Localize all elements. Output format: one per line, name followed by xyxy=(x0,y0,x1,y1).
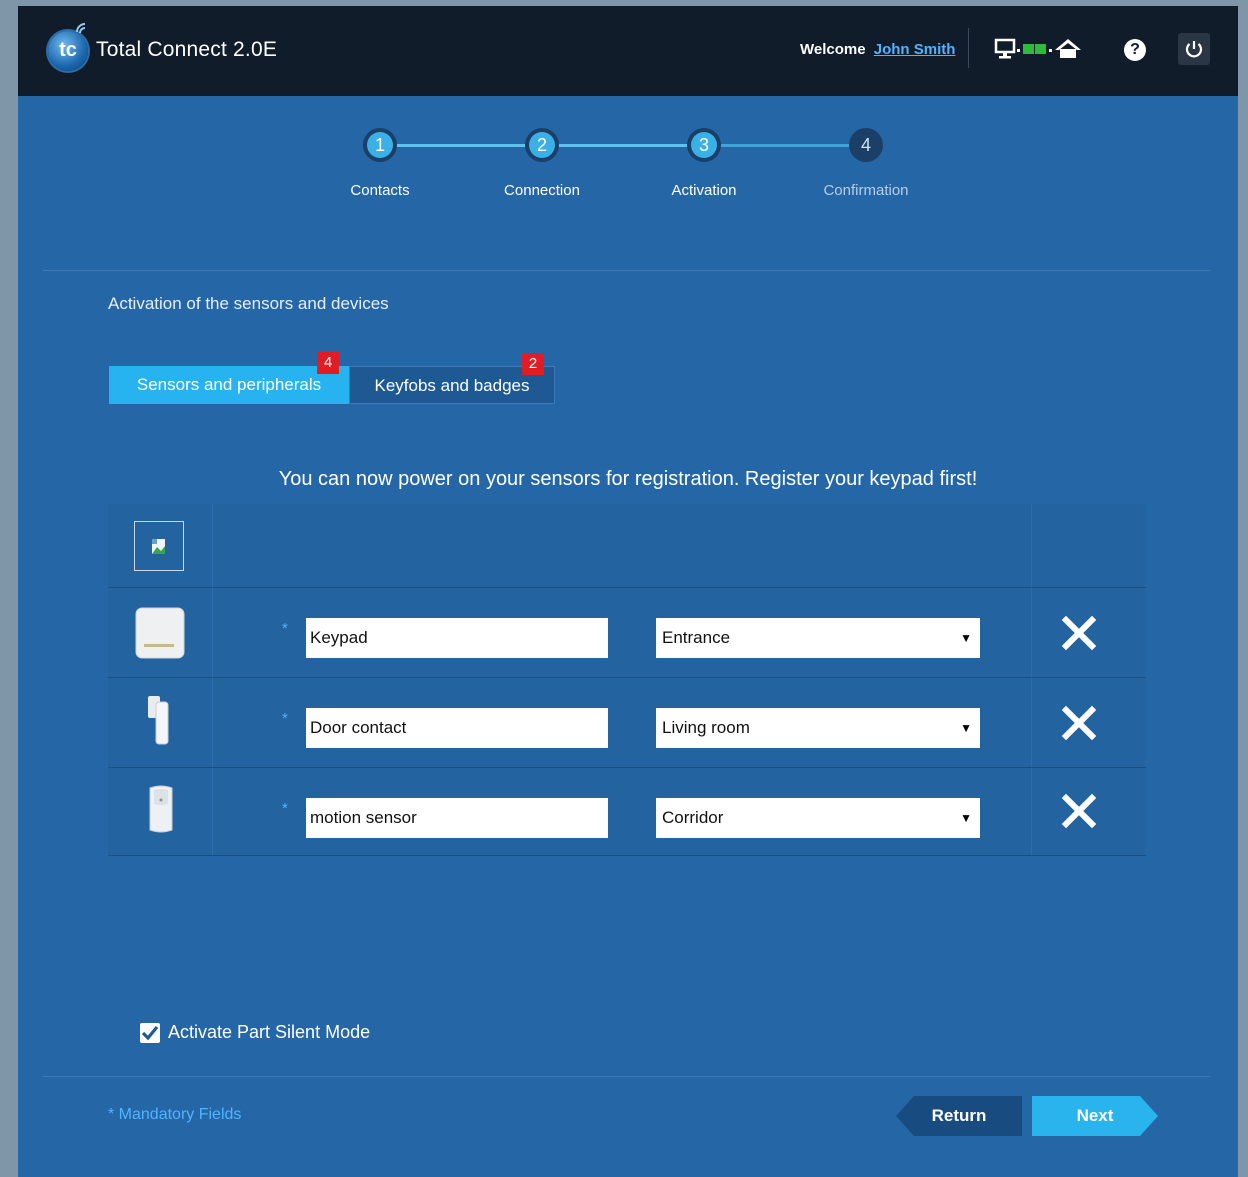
door-contact-icon xyxy=(148,696,169,745)
silent-mode-checkbox[interactable] xyxy=(140,1023,160,1043)
remove-device-button[interactable] xyxy=(1060,704,1098,742)
keypad-icon xyxy=(135,607,185,659)
location-select-door-contact[interactable]: Living room ▼ xyxy=(656,708,980,748)
app-window: tc Total Connect 2.0E Welcome John Smith xyxy=(18,6,1238,1177)
app-title: Total Connect 2.0E xyxy=(96,38,278,61)
welcome-text: Welcome John Smith xyxy=(800,41,955,58)
motion-sensor-icon xyxy=(149,785,173,833)
welcome-prefix: Welcome xyxy=(800,41,866,58)
selected-location: Living room xyxy=(662,718,750,737)
wizard-stepper: 1 2 3 4 Contacts Connection Activation C… xyxy=(18,96,1238,276)
selected-location: Corridor xyxy=(662,808,724,827)
silent-mode-label: Activate Part Silent Mode xyxy=(168,1022,371,1042)
step-2-circle: 2 xyxy=(525,128,559,162)
monitor-icon xyxy=(994,38,1016,59)
checkmark-icon xyxy=(141,1025,159,1041)
dropdown-arrow-icon: ▼ xyxy=(960,811,972,825)
table-row: * Corridor ▼ xyxy=(108,768,1146,856)
step-4-circle: 4 xyxy=(849,128,883,162)
device-name-input-door-contact[interactable] xyxy=(306,708,608,748)
table-row: * Living room ▼ xyxy=(108,678,1146,768)
user-name-link[interactable]: John Smith xyxy=(874,41,956,58)
step-connector xyxy=(558,144,706,147)
location-select-keypad[interactable]: Entrance ▼ xyxy=(656,618,980,658)
section-title: Activation of the sensors and devices xyxy=(108,294,389,313)
return-button[interactable]: Return xyxy=(896,1096,1022,1136)
step-connector xyxy=(720,144,868,147)
selected-location: Entrance xyxy=(662,628,731,647)
remove-device-button[interactable] xyxy=(1060,792,1098,830)
dropdown-arrow-icon: ▼ xyxy=(960,721,972,735)
step-1-circle: 1 xyxy=(363,128,397,162)
step-label-contacts: Contacts xyxy=(350,182,410,199)
tab-label: Sensors and peripherals xyxy=(136,375,322,394)
connection-status-icons[interactable] xyxy=(994,36,1094,66)
tab-keyfobs-and-badges[interactable]: Keyfobs and badges 2 xyxy=(349,353,555,404)
device-name-input-motion-sensor[interactable] xyxy=(306,798,608,838)
step-label-activation: Activation xyxy=(671,182,737,199)
step-label-connection: Connection xyxy=(504,182,580,199)
tab-sensors-and-peripherals[interactable]: Sensors and peripherals 4 xyxy=(109,352,349,404)
home-icon xyxy=(1055,39,1081,58)
signal-waves-icon xyxy=(76,23,86,34)
panel-status-icon xyxy=(1023,44,1046,54)
remove-device-button[interactable] xyxy=(1060,614,1098,652)
required-marker: * xyxy=(282,800,288,817)
table-header-row xyxy=(108,504,1146,588)
mandatory-fields-note: * Mandatory Fields xyxy=(108,1106,242,1123)
step-3-circle: 3 xyxy=(687,128,721,162)
registration-instruction: You can now power on your sensors for re… xyxy=(278,468,978,490)
sensors-count-badge: 4 xyxy=(317,352,339,374)
logout-button[interactable] xyxy=(1178,33,1210,65)
dropdown-arrow-icon: ▼ xyxy=(960,631,972,645)
section-divider xyxy=(42,270,1210,271)
tab-label: Keyfobs and badges xyxy=(374,376,530,395)
step-connector xyxy=(396,144,544,147)
help-button[interactable]: ? xyxy=(1124,39,1146,61)
device-name-input-keypad[interactable] xyxy=(306,618,608,658)
location-select-motion-sensor[interactable]: Corridor ▼ xyxy=(656,798,980,838)
header-divider xyxy=(968,28,969,68)
footer-divider xyxy=(42,1076,1210,1077)
table-row: * Entrance ▼ xyxy=(108,588,1146,678)
required-marker: * xyxy=(282,710,288,727)
power-icon xyxy=(1185,41,1203,58)
image-placeholder-icon[interactable] xyxy=(134,521,184,571)
next-button[interactable]: Next xyxy=(1032,1096,1158,1136)
required-marker: * xyxy=(282,620,288,637)
step-label-confirmation: Confirmation xyxy=(823,182,909,199)
top-header: tc Total Connect 2.0E Welcome John Smith xyxy=(18,6,1238,96)
keyfobs-count-badge: 2 xyxy=(522,353,544,375)
